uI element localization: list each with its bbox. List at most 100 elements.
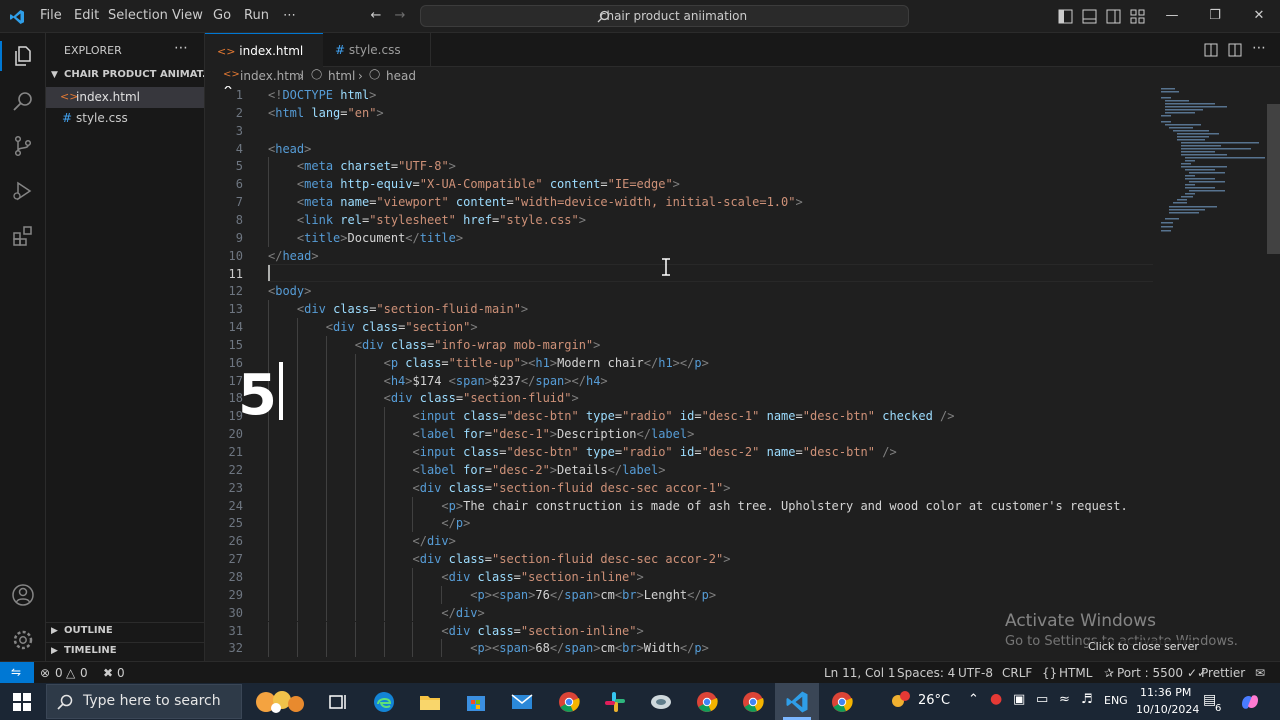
breadcrumb-html[interactable]: html [328,69,355,83]
prettier-status[interactable]: Prettier [1201,666,1245,680]
chrome-profile-icon[interactable] [830,690,854,714]
toggle-primary-sidebar-icon[interactable] [1058,9,1073,24]
code-editor[interactable]: 1 <!DOCTYPE html> 2 <html lang="en"> 3 4 <head… [205,86,1155,661]
warning-count[interactable]: 0 [80,666,88,680]
forward-arrow-icon[interactable]: → [392,8,408,24]
command-center-search[interactable]: chair product aniimation [420,5,909,27]
ports-icon[interactable]: ✖ [103,666,113,680]
chrome-icon[interactable] [557,690,581,714]
open-preview-icon[interactable] [1204,43,1218,57]
toggle-panel-icon[interactable] [1082,9,1097,24]
restore-icon[interactable]: ❐ [1207,8,1223,24]
indentation[interactable]: Spaces: 4 [897,666,955,680]
scrollbar-thumb[interactable] [1267,104,1280,254]
chrome-profile-icon[interactable] [741,690,765,714]
line-ending[interactable]: CRLF [1002,666,1032,680]
toggle-secondary-sidebar-icon[interactable] [1106,9,1121,24]
timeline-section[interactable]: TIMELINE [64,645,117,656]
code-line[interactable]: <h4>$174 <span>$237</span></h4> [268,372,608,390]
live-server-port[interactable]: Port : 5500 [1117,666,1183,680]
minimap[interactable] [1155,86,1267,661]
vscode-taskbar-button[interactable] [775,683,819,720]
volume-icon[interactable]: ♬ [1081,692,1093,707]
code-line[interactable]: <div class="section"> [268,318,478,336]
menu-go[interactable]: Go [213,8,231,23]
source-control-icon[interactable] [11,134,35,158]
wifi-icon[interactable]: ≈ [1059,692,1070,707]
error-count[interactable]: 0 [55,666,63,680]
code-line[interactable]: <p><span>76</span>cm<br>Lenght</p> [268,586,716,604]
menu-view[interactable]: View [172,8,203,23]
menu-run[interactable]: Run [244,8,269,23]
code-line[interactable]: <title>Document</title> [268,229,463,247]
code-line[interactable]: <head> [268,140,311,158]
file-item-index-html[interactable]: <> index.html [46,87,204,108]
menu-edit[interactable]: Edit [74,8,99,23]
remote-button[interactable]: ⇋ [0,662,34,684]
breadcrumb-file[interactable]: index.html [240,69,304,83]
microsoft-store-icon[interactable] [464,690,488,714]
tab-style-css[interactable]: # style.css [323,33,431,67]
search-sidebar-icon[interactable] [11,89,35,113]
file-explorer-icon[interactable] [418,690,442,714]
code-line[interactable]: <p>The chair construction is made of ash… [268,497,1127,515]
close-window-icon[interactable]: ✕ [1251,8,1267,24]
mail-icon[interactable] [510,690,534,714]
clock-date[interactable]: 10/10/2024 [1136,703,1199,716]
copilot-icon[interactable] [1238,690,1262,714]
customize-layout-icon[interactable] [1130,9,1145,24]
code-line[interactable]: <meta charset="UTF-8"> [268,157,456,175]
battery-icon[interactable]: ▭ [1036,692,1048,707]
ports-count[interactable]: 0 [117,666,125,680]
device-icon[interactable]: ▣ [1013,692,1025,707]
code-line[interactable]: <p><span>68</span>cm<br>Width</p> [268,639,709,657]
code-line[interactable]: <label for="desc-1">Description</label> [268,425,695,443]
code-line[interactable]: </head> [268,247,319,265]
code-line[interactable]: <link rel="stylesheet" href="style.css"> [268,211,586,229]
error-icon[interactable]: ⊗ [40,666,50,680]
vertical-scrollbar[interactable] [1267,86,1280,661]
weather-icon[interactable] [888,689,912,713]
file-item-style-css[interactable]: # style.css [46,108,204,129]
code-line[interactable]: <div class="section-fluid"> [268,389,579,407]
folder-name[interactable]: CHAIR PRODUCT ANIMAT... [64,69,204,80]
code-line[interactable]: <html lang="en"> [268,104,384,122]
accounts-icon[interactable] [11,583,35,607]
chevron-up-icon[interactable]: ⌃ [968,692,979,707]
taskbar-search[interactable]: Type here to search [46,684,242,719]
chrome-profile-icon[interactable] [695,690,719,714]
extensions-icon[interactable] [11,224,35,248]
menu-more[interactable]: ⋯ [283,8,296,23]
app-icon[interactable] [649,690,673,714]
language-mode[interactable]: HTML [1059,666,1092,680]
chevron-right-icon[interactable]: ▶ [51,646,58,656]
code-line[interactable]: <div class="section-fluid desc-sec accor… [268,550,731,568]
input-language[interactable]: ENG [1104,694,1128,707]
editor-more-icon[interactable]: ⋯ [1252,40,1266,56]
code-line[interactable]: </p> [268,514,470,532]
code-line[interactable]: <div class="section-inline"> [268,622,643,640]
code-line[interactable]: <!DOCTYPE html> [268,86,376,104]
explorer-more-icon[interactable]: ⋯ [174,40,188,56]
split-editor-icon[interactable] [1228,43,1242,57]
code-line[interactable]: <div class="section-inline"> [268,568,643,586]
breadcrumb-head[interactable]: head [386,69,416,83]
manage-gear-icon[interactable] [11,628,35,652]
record-icon[interactable]: ● [990,691,1002,707]
code-line[interactable]: <input class="desc-btn" type="radio" id=… [268,443,897,461]
code-line[interactable]: <div class="section-fluid desc-sec accor… [268,479,731,497]
code-line[interactable]: </div> [268,604,484,622]
notifications-bell-icon[interactable]: ✉ [1255,666,1265,680]
menu-selection[interactable]: Selection [108,8,168,23]
code-line[interactable]: <meta name="viewport" content="width=dev… [268,193,803,211]
code-line[interactable]: <div class="info-wrap mob-margin"> [268,336,601,354]
encoding[interactable]: UTF-8 [958,666,993,680]
windows-start-icon[interactable] [13,693,31,711]
slack-icon[interactable] [603,690,627,714]
back-arrow-icon[interactable]: ← [368,8,384,24]
tab-index-html[interactable]: <> index.html ✕ [205,33,323,93]
code-line[interactable]: <p class="title-up"><h1>Modern chair</h1… [268,354,709,372]
chevron-down-icon[interactable]: ▼ [51,70,58,80]
code-line[interactable]: <meta http-equiv="X-UA-Compatible" conte… [268,175,680,193]
code-line[interactable]: <label for="desc-2">Details</label> [268,461,666,479]
